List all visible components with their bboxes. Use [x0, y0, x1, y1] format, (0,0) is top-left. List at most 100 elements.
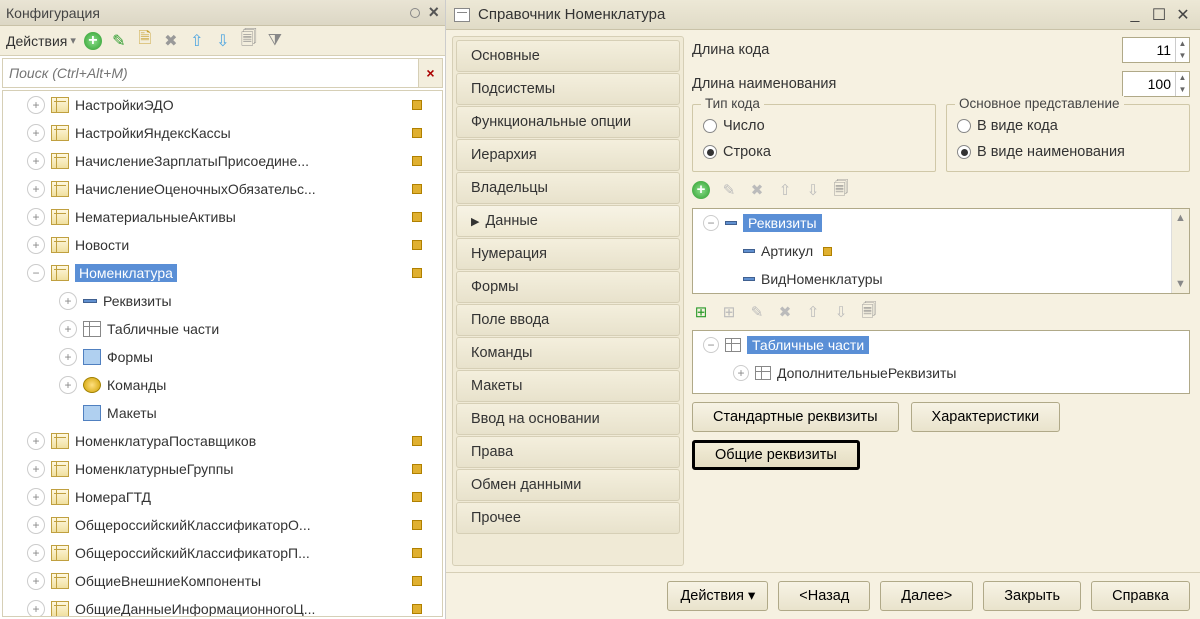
code-length-spinner[interactable]: ▲▼: [1122, 37, 1190, 63]
expand-icon[interactable]: [27, 124, 45, 142]
tree-item[interactable]: ОбщероссийскийКлассификаторП...: [3, 539, 442, 567]
tab-Поле ввода[interactable]: Поле ввода: [456, 304, 680, 336]
tab-Обмен данными[interactable]: Обмен данными: [456, 469, 680, 501]
tab-Основные[interactable]: Основные: [456, 40, 680, 72]
close-icon[interactable]: ×: [428, 2, 439, 23]
help-button[interactable]: Справка: [1091, 581, 1190, 611]
tree-item[interactable]: НематериальныеАктивы: [3, 203, 442, 231]
close-button[interactable]: Закрыть: [983, 581, 1081, 611]
doc-add-icon[interactable]: 🗎: [136, 32, 154, 50]
tree-child-item[interactable]: Реквизиты: [3, 287, 442, 315]
tab-Функциональные опции[interactable]: Функциональные опции: [456, 106, 680, 138]
tab-Данные[interactable]: ▶Данные: [456, 205, 680, 237]
code-type-string[interactable]: Строка: [703, 139, 925, 165]
tree-item[interactable]: НастройкиЯндексКассы: [3, 119, 442, 147]
expand-icon[interactable]: [27, 488, 45, 506]
common-attrs-button[interactable]: Общие реквизиты: [692, 440, 860, 470]
tab-Иерархия[interactable]: Иерархия: [456, 139, 680, 171]
tab-Подсистемы[interactable]: Подсистемы: [456, 73, 680, 105]
standard-attrs-button[interactable]: Стандартные реквизиты: [692, 402, 899, 432]
window-close-icon[interactable]: ✕: [1174, 7, 1192, 23]
expand-icon[interactable]: [27, 208, 45, 226]
expand-icon[interactable]: [27, 236, 45, 254]
tab-Нумерация[interactable]: Нумерация: [456, 238, 680, 270]
spin-up-icon[interactable]: ▲: [1176, 72, 1189, 84]
spin-up-icon[interactable]: ▲: [1176, 38, 1189, 50]
tab-Права[interactable]: Права: [456, 436, 680, 468]
tree-item[interactable]: ОбщиеВнешниеКомпоненты: [3, 567, 442, 595]
spin-down-icon[interactable]: ▼: [1176, 84, 1189, 96]
tree-item[interactable]: НоменклатураПоставщиков: [3, 427, 442, 455]
tree-child-item[interactable]: Формы: [3, 343, 442, 371]
pin-icon[interactable]: [410, 8, 420, 18]
expand-icon[interactable]: [733, 365, 749, 381]
tree-child-item[interactable]: Команды: [3, 371, 442, 399]
attr-down-icon[interactable]: ⇩: [804, 181, 822, 199]
tree-item[interactable]: НачислениеОценочныхОбязательс...: [3, 175, 442, 203]
tab-Формы[interactable]: Формы: [456, 271, 680, 303]
scroll-down-icon[interactable]: ▼: [1175, 275, 1186, 293]
tree-item[interactable]: НастройкиЭДО: [3, 91, 442, 119]
move-up-icon[interactable]: ⇧: [188, 32, 206, 50]
attr-delete-icon[interactable]: ✖: [748, 181, 766, 199]
config-tree[interactable]: НастройкиЭДОНастройкиЯндексКассыНачислен…: [2, 90, 443, 617]
attr-item[interactable]: Артикул: [761, 243, 813, 259]
name-length-spinner[interactable]: ▲▼: [1122, 71, 1190, 97]
attr-edit-icon[interactable]: ✎: [720, 181, 738, 199]
tab-sheet-icon[interactable]: 🗐: [860, 303, 878, 321]
search-input[interactable]: [3, 60, 418, 86]
expand-icon[interactable]: [27, 96, 45, 114]
expand-icon[interactable]: [27, 600, 45, 617]
scroll-up-icon[interactable]: ▲: [1175, 209, 1186, 227]
actions-dropdown[interactable]: Действия: [6, 33, 76, 49]
collapse-icon[interactable]: [703, 337, 719, 353]
sheet-icon[interactable]: 🗐: [240, 32, 258, 50]
tab-Команды[interactable]: Команды: [456, 337, 680, 369]
tabular-item[interactable]: ДополнительныеРеквизиты: [777, 365, 956, 381]
clear-search-icon[interactable]: ×: [418, 59, 442, 87]
minimize-icon[interactable]: _: [1126, 7, 1144, 23]
tree-child-item[interactable]: Макеты: [3, 399, 442, 427]
collapse-icon[interactable]: [703, 215, 719, 231]
tab-Владельцы[interactable]: Владельцы: [456, 172, 680, 204]
expand-icon[interactable]: [27, 572, 45, 590]
expand-icon[interactable]: [59, 376, 77, 394]
expand-icon[interactable]: [27, 516, 45, 534]
collapse-icon[interactable]: [27, 264, 45, 282]
tree-item[interactable]: Новости: [3, 231, 442, 259]
attr-sheet-icon[interactable]: 🗐: [832, 181, 850, 199]
tab-Ввод на основании[interactable]: Ввод на основании: [456, 403, 680, 435]
tab-Прочее[interactable]: Прочее: [456, 502, 680, 534]
tree-item[interactable]: НомераГТД: [3, 483, 442, 511]
tab-delete-icon[interactable]: ✖: [776, 303, 794, 321]
tree-child-item[interactable]: Табличные части: [3, 315, 442, 343]
tab-down-icon[interactable]: ⇩: [832, 303, 850, 321]
expand-icon[interactable]: [27, 460, 45, 478]
expand-icon[interactable]: [59, 320, 77, 338]
expand-icon[interactable]: [27, 152, 45, 170]
tree-item[interactable]: Номенклатура: [3, 259, 442, 287]
expand-icon[interactable]: [27, 432, 45, 450]
tab-add2-icon[interactable]: ⊞: [720, 303, 738, 321]
tree-item[interactable]: НачислениеЗарплатыПрисоедине...: [3, 147, 442, 175]
next-button[interactable]: Далее>: [880, 581, 973, 611]
repr-as-code[interactable]: В виде кода: [957, 113, 1179, 139]
name-length-input[interactable]: [1123, 76, 1175, 92]
back-button[interactable]: <Назад: [778, 581, 870, 611]
tab-add-icon[interactable]: ⊞: [692, 303, 710, 321]
spin-down-icon[interactable]: ▼: [1176, 50, 1189, 62]
edit-icon[interactable]: ✎: [110, 32, 128, 50]
expand-icon[interactable]: [27, 544, 45, 562]
attributes-list[interactable]: Реквизиты Артикул ВидНоменклатуры ▲▼: [692, 208, 1190, 294]
add-icon[interactable]: +: [84, 32, 102, 50]
characteristics-button[interactable]: Характеристики: [911, 402, 1061, 432]
maximize-icon[interactable]: ☐: [1150, 7, 1168, 23]
move-down-icon[interactable]: ⇩: [214, 32, 232, 50]
attr-up-icon[interactable]: ⇧: [776, 181, 794, 199]
filter-icon[interactable]: ⧩: [266, 32, 284, 50]
repr-as-name[interactable]: В виде наименования: [957, 139, 1179, 165]
tree-item[interactable]: ОбщероссийскийКлассификаторО...: [3, 511, 442, 539]
tabular-list[interactable]: Табличные части ДополнительныеРеквизиты: [692, 330, 1190, 394]
tab-edit-icon[interactable]: ✎: [748, 303, 766, 321]
expand-icon[interactable]: [59, 292, 77, 310]
